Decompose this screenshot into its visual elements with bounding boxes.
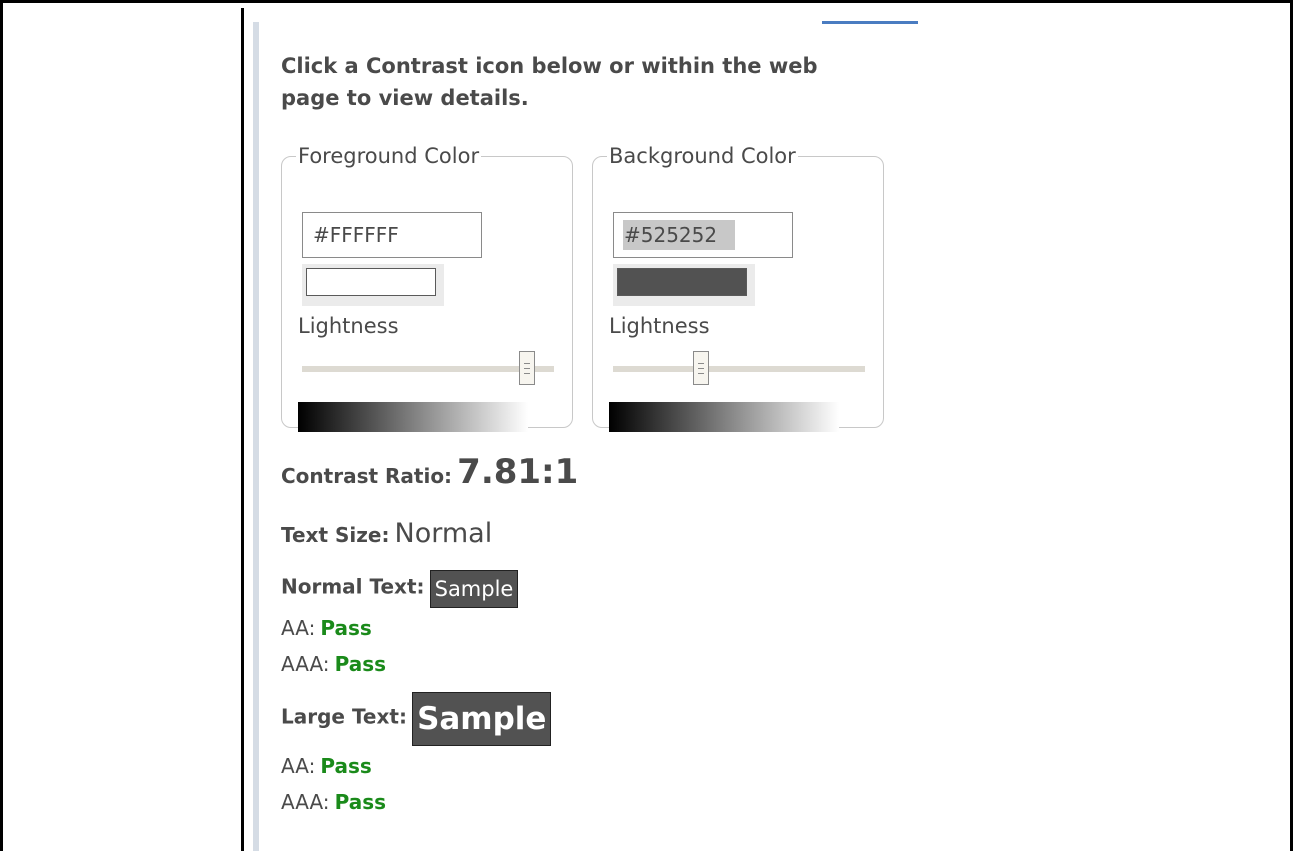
grip-line-icon	[524, 368, 531, 369]
text-size-label: Text Size:	[281, 523, 390, 547]
large-aa-result: Pass	[320, 754, 372, 778]
instructions-text: Click a Contrast icon below or within th…	[281, 54, 818, 110]
normal-aaa-row: AAA: Pass	[281, 652, 386, 676]
foreground-hex-input[interactable]	[302, 212, 482, 258]
foreground-color-group: Foreground Color Lightness	[281, 144, 573, 432]
normal-text-sample: Sample	[429, 570, 519, 608]
large-aaa-label: AAA:	[281, 790, 330, 814]
grip-line-icon	[698, 373, 705, 374]
panel-rail	[253, 22, 259, 851]
grip-line-icon	[524, 373, 531, 374]
normal-aaa-label: AAA:	[281, 652, 330, 676]
background-swatch	[617, 268, 747, 296]
large-aa-row: AA: Pass	[281, 754, 372, 778]
normal-aa-label: AA:	[281, 616, 316, 640]
background-hex-input[interactable]	[613, 212, 793, 258]
large-aaa-row: AAA: Pass	[281, 790, 386, 814]
grip-line-icon	[524, 363, 531, 364]
top-accent-bar	[822, 21, 918, 24]
background-lightness-label: Lightness	[609, 314, 710, 338]
large-text-label: Large Text:	[281, 704, 407, 729]
contrast-ratio-row: Contrast Ratio: 7.81:1	[281, 452, 578, 492]
background-color-group: Background Color Lightness	[592, 144, 884, 432]
normal-aaa-result: Pass	[334, 652, 387, 676]
grip-line-icon	[698, 363, 705, 364]
foreground-swatch-frame	[302, 264, 444, 306]
column-divider	[241, 8, 244, 851]
contrast-ratio-value: 7.81:1	[457, 452, 579, 492]
normal-aa-row: AA: Pass	[281, 616, 372, 640]
contrast-ratio-label: Contrast Ratio:	[281, 464, 453, 488]
grip-line-icon	[698, 368, 705, 369]
normal-aa-result: Pass	[320, 616, 372, 640]
foreground-lightness-label: Lightness	[298, 314, 399, 338]
foreground-lightness-gradient	[298, 402, 528, 432]
foreground-lightness-track[interactable]	[302, 366, 554, 372]
foreground-swatch	[306, 268, 436, 296]
normal-text-label: Normal Text:	[281, 574, 425, 599]
large-aaa-result: Pass	[334, 790, 387, 814]
background-legend: Background Color	[609, 144, 796, 168]
text-size-value: Normal	[394, 518, 493, 549]
background-lightness-handle[interactable]	[693, 351, 710, 385]
large-text-row: Large Text: Sample	[281, 692, 552, 746]
large-aa-label: AA:	[281, 754, 316, 778]
foreground-legend: Foreground Color	[298, 144, 480, 168]
color-fieldsets: Foreground Color Lightness Background Co…	[281, 144, 901, 434]
background-swatch-frame	[613, 264, 755, 306]
text-size-row: Text Size: Normal	[281, 518, 492, 549]
background-lightness-track[interactable]	[613, 366, 865, 372]
contrast-panel: Click a Contrast icon below or within th…	[281, 50, 921, 814]
large-text-sample: Sample	[412, 692, 552, 746]
background-lightness-gradient	[609, 402, 839, 432]
foreground-lightness-handle[interactable]	[519, 351, 536, 385]
normal-text-row: Normal Text: Sample	[281, 570, 519, 608]
